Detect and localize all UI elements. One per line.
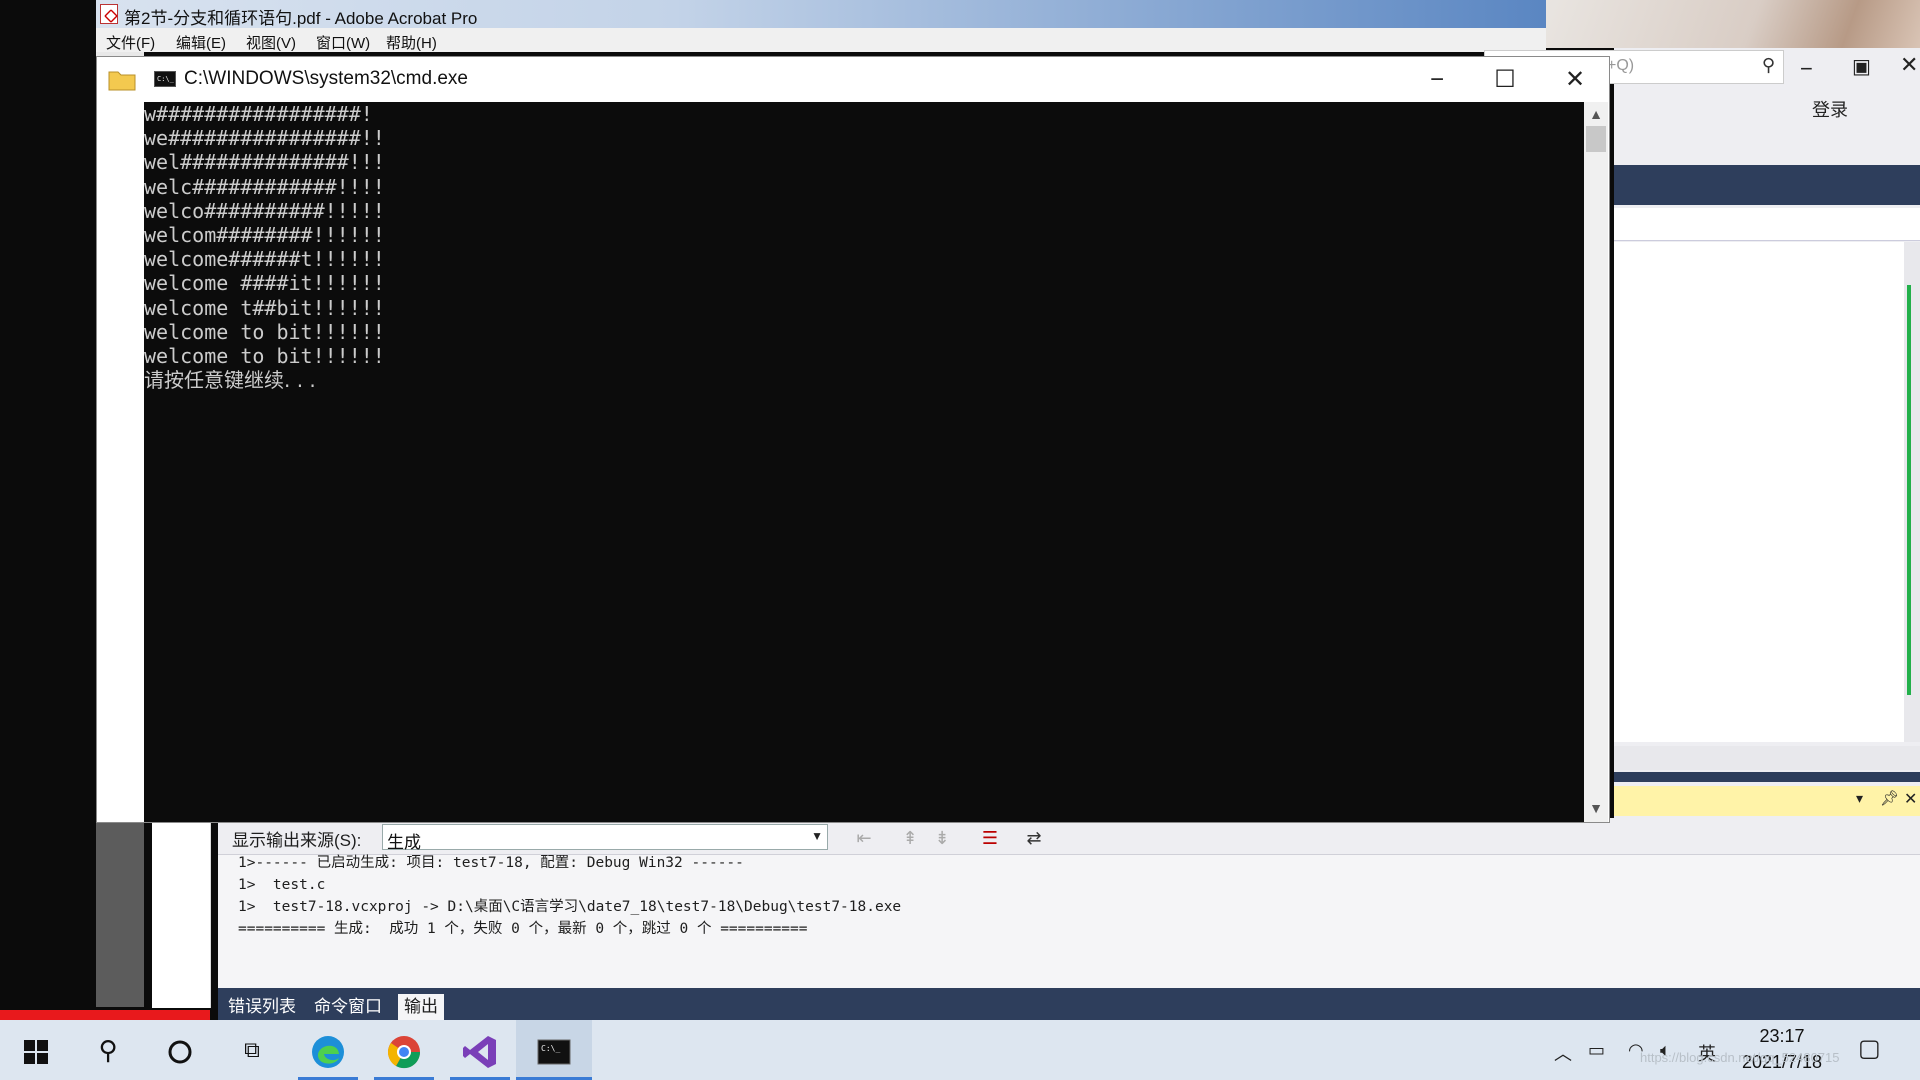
search-icon[interactable]: ⚲ [72,1020,144,1080]
vs-divider [1614,772,1920,782]
notification-icon[interactable]: ▢ [1858,1034,1881,1063]
pdf-icon [100,4,118,24]
console-line: welcome to bit!!!!!! [144,344,385,369]
vs-output-header: ▾ 📌︎ ✕ [1614,786,1920,816]
cmd-icon: C:\_ [154,71,176,87]
cmd-scrollbar[interactable] [1584,102,1608,822]
start-icon[interactable] [0,1020,72,1080]
console-line: welcom########!!!!!! [144,223,385,248]
edge-icon[interactable] [292,1020,364,1080]
clock-time: 23:17 [1759,1026,1805,1046]
chrome-icon[interactable] [368,1020,440,1080]
output-line: 1>------ 已启动生成: 项目: test7-18, 配置: Debug … [238,855,744,871]
tray-expand-icon[interactable]: ︿ [1554,1040,1572,1066]
cmd-title: C:\WINDOWS\system32\cmd.exe [184,68,468,89]
svg-text:C:\_: C:\_ [541,1044,560,1053]
cmd-output: w#################! we################!! w… [144,102,1574,392]
console-line: welcome to bit!!!!!! [144,319,385,344]
menu-file[interactable]: 文件(F) [106,32,166,53]
vs-change-indicator [1907,285,1911,695]
console-line: w#################! [144,102,373,126]
console-line: we################!! [144,126,385,151]
tab-command-window[interactable]: 命令窗口 [308,994,388,1020]
vs-code-editor[interactable] [1614,242,1904,742]
output-line: 1> test.c [238,877,326,893]
output-source-label: 显示输出来源(S): [232,831,362,850]
find-next-icon[interactable]: ⇟ [930,826,954,850]
acrobat-title-bar: 第2节-分支和循环语句.pdf - Adobe Acrobat Pro [96,0,1546,28]
pin-icon[interactable]: 📌︎ [1880,789,1899,807]
battery-icon[interactable]: ▭ [1588,1040,1605,1061]
prev-message-icon[interactable]: ⇤ [852,826,876,850]
scroll-down-icon[interactable]: ▼ [1588,800,1604,816]
vs-minimize-icon[interactable]: − [1800,56,1813,82]
vs-login-link[interactable]: 登录 [1812,96,1848,122]
menu-window[interactable]: 窗口(W) [316,32,376,53]
output-text: 1>------ 已启动生成: 项目: test7-18, 配置: Debug … [238,852,1838,940]
console-prompt: 请按任意键继续. . . [144,368,316,393]
chevron-down-icon: ▼ [811,829,823,843]
console-line: welcome t##bit!!!!!! [144,295,385,320]
maximize-icon[interactable]: ☐ [1470,60,1540,100]
folder-icon [108,71,136,91]
vs-document-tab-bar [1614,165,1920,205]
output-source-value: 生成 [387,833,421,852]
acrobat-title: 第2节-分支和循环语句.pdf - Adobe Acrobat Pro [124,9,478,28]
console-line: welc############!!!! [144,174,385,199]
vs-bottom-tab-bar [218,988,1920,1020]
cmd-taskbar-icon[interactable]: C:\_ [516,1020,592,1080]
find-prev-icon[interactable]: ⇞ [898,826,922,850]
vs-navigation-bar [1614,208,1920,241]
search-icon: ⚲ [1761,55,1775,75]
tab-output[interactable]: 输出 [398,994,444,1020]
task-view-icon[interactable]: ⧉ [216,1020,288,1080]
panel-close-icon[interactable]: ✕ [1904,789,1917,809]
menu-help[interactable]: 帮助(H) [386,32,446,53]
cortana-icon[interactable] [144,1020,216,1080]
output-line: 1> test7-18.vcxproj -> D:\桌面\C语言学习\date7… [238,899,902,915]
vs-horizontal-scrollbar[interactable] [1614,746,1920,770]
close-icon[interactable]: ✕ [1540,60,1610,100]
vs-left-margin [152,818,211,1008]
menu-view[interactable]: 视图(V) [246,32,306,53]
output-line: ========== 生成: 成功 1 个，失败 0 个，最新 0 个，跳过 0… [238,921,808,937]
output-source-select[interactable]: 生成 ▼ [382,824,828,852]
console-line: welcome ####it!!!!!! [144,271,385,296]
tab-error-list[interactable]: 错误列表 [222,994,302,1020]
word-wrap-icon[interactable]: ⇄ [1022,826,1046,850]
vs-maximize-icon[interactable]: ▣ [1852,54,1871,79]
watermark-text: https://blog.csdn.net/qq_52480715 [1640,1050,1840,1065]
menu-edit[interactable]: 编辑(E) [176,32,236,53]
scroll-up-icon[interactable]: ▲ [1588,106,1604,122]
console-line: welcome######t!!!!!! [144,247,385,272]
clock[interactable]: 23:17 2021/7/18 [1722,1023,1842,1075]
visual-studio-icon[interactable] [444,1020,516,1080]
search-hint: +Q) [1607,57,1635,74]
red-strip [0,1010,210,1020]
dropdown-icon[interactable]: ▾ [1856,790,1863,807]
background-photo [1546,0,1920,48]
minimize-icon[interactable]: − [1402,60,1472,100]
acrobat-menu-bar: 文件(F) 编辑(E) 视图(V) 窗口(W) 帮助(H) [96,28,1546,52]
output-horizontal-scrollbar[interactable] [226,964,1906,982]
vs-close-icon[interactable]: ✕ [1900,52,1918,78]
console-line: welco##########!!!!! [144,198,385,223]
clear-all-icon[interactable]: ☰ [978,826,1002,850]
cmd-scroll-thumb[interactable] [1586,126,1606,152]
console-line: wel##############!!! [144,150,385,175]
